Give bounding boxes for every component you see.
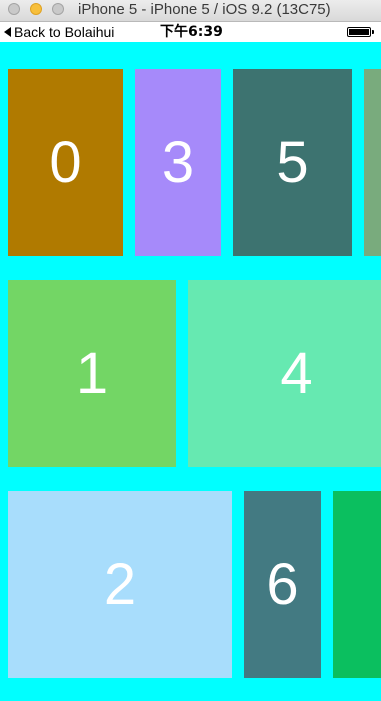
tile-5[interactable]: 5 — [233, 69, 352, 256]
ios-status-bar: Back to Bolaihui 下午6:39 — [0, 22, 381, 42]
window-zoom-button[interactable] — [52, 3, 64, 15]
tile-partial-row1[interactable] — [364, 69, 381, 256]
tile-label: 3 — [161, 130, 195, 195]
tile-label: 0 — [49, 130, 82, 195]
simulator-title-bar: iPhone 5 - iPhone 5 / iOS 9.2 (13C75) — [0, 0, 381, 22]
tile-label: 4 — [280, 341, 313, 406]
status-time: 下午6:39 — [160, 24, 223, 40]
back-link-label: Back to Bolaihui — [14, 24, 115, 40]
tile-label: 6 — [266, 552, 299, 617]
tile-6[interactable]: 6 — [244, 491, 321, 678]
back-arrow-icon — [4, 27, 11, 37]
tile-0[interactable]: 0 — [8, 69, 123, 256]
window-minimize-button[interactable] — [30, 3, 42, 15]
tile-3[interactable]: 3 — [135, 69, 221, 256]
battery-level — [349, 29, 369, 35]
tile-1[interactable]: 1 — [8, 280, 176, 467]
tile-2[interactable]: 2 — [8, 491, 232, 678]
tile-label: 1 — [75, 341, 109, 406]
tile-grid: 0 3 5 1 4 2 6 — [0, 42, 381, 701]
tile-4[interactable]: 4 — [188, 280, 381, 467]
tile-label: 2 — [103, 552, 137, 617]
back-to-app-link[interactable]: Back to Bolaihui — [4, 24, 114, 40]
window-title: iPhone 5 - iPhone 5 / iOS 9.2 (13C75) — [78, 1, 331, 18]
battery-icon — [347, 27, 374, 37]
tile-partial-row3[interactable] — [333, 491, 381, 678]
tile-label: 5 — [276, 130, 309, 195]
window-close-button[interactable] — [8, 3, 20, 15]
